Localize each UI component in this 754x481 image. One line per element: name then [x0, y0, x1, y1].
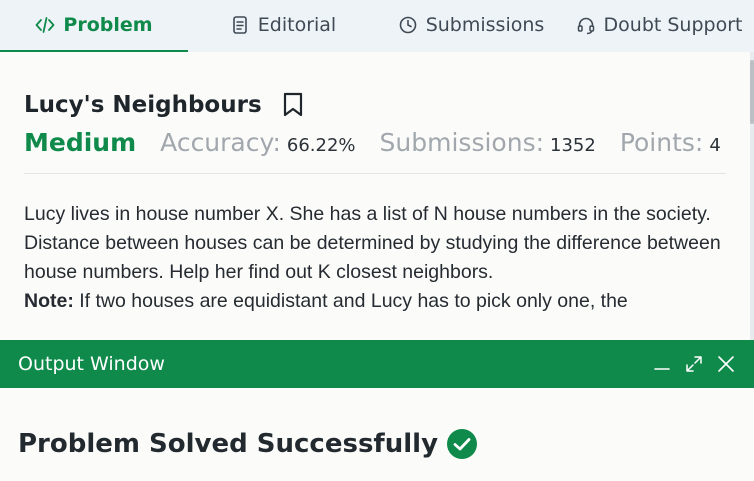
scrollbar[interactable] [750, 52, 754, 342]
accuracy-value: 66.22% [286, 135, 356, 156]
tab-submissions-label: Submissions [425, 14, 545, 36]
clock-icon [398, 15, 418, 35]
window-controls [652, 354, 736, 374]
accuracy-label: Accuracy: [160, 128, 281, 157]
note-text: If two houses are equidistant and Lucy h… [79, 290, 628, 312]
expand-icon[interactable] [684, 354, 704, 374]
problem-description: Lucy lives in house number X. She has a … [24, 200, 729, 340]
tab-editorial[interactable]: Editorial [188, 0, 378, 50]
code-icon [35, 15, 55, 35]
output-window-header: Output Window [0, 340, 754, 388]
result-status: Problem Solved Successfully [18, 428, 478, 460]
submissions-label: Submissions: [379, 128, 545, 157]
tab-problem-label: Problem [63, 14, 153, 36]
tab-doubt-support-label: Doubt Support [603, 14, 743, 36]
output-window-title: Output Window [18, 353, 165, 375]
output-window: Output Window Problem Solved Successfull… [0, 340, 754, 481]
minimize-icon[interactable] [652, 354, 672, 374]
close-icon[interactable] [716, 354, 736, 374]
difficulty-badge: Medium [24, 128, 137, 157]
points-label: Points: [619, 128, 704, 157]
note-label: Note: [24, 290, 74, 312]
document-icon [230, 15, 250, 35]
scrollbar-thumb[interactable] [750, 60, 754, 124]
tab-editorial-label: Editorial [257, 14, 337, 36]
submissions-value: 1352 [550, 135, 596, 156]
headset-icon [576, 15, 596, 35]
check-circle-icon [446, 428, 478, 460]
tab-submissions[interactable]: Submissions [378, 0, 564, 50]
result-text: Problem Solved Successfully [18, 429, 439, 459]
divider [24, 173, 726, 174]
tab-problem[interactable]: Problem [0, 0, 188, 52]
problem-title: Lucy's Neighbours [24, 92, 262, 118]
description-text: Lucy lives in house number X. She has a … [24, 203, 721, 283]
points-value: 4 [709, 135, 721, 156]
tab-doubt-support[interactable]: Doubt Support [564, 0, 754, 50]
tab-bar: Problem Editorial Submissions Doubt Supp… [0, 0, 754, 52]
problem-meta: Medium Accuracy: 66.22% Submissions: 135… [24, 128, 745, 157]
bookmark-icon[interactable] [282, 92, 304, 118]
problem-header: Lucy's Neighbours [24, 92, 304, 118]
